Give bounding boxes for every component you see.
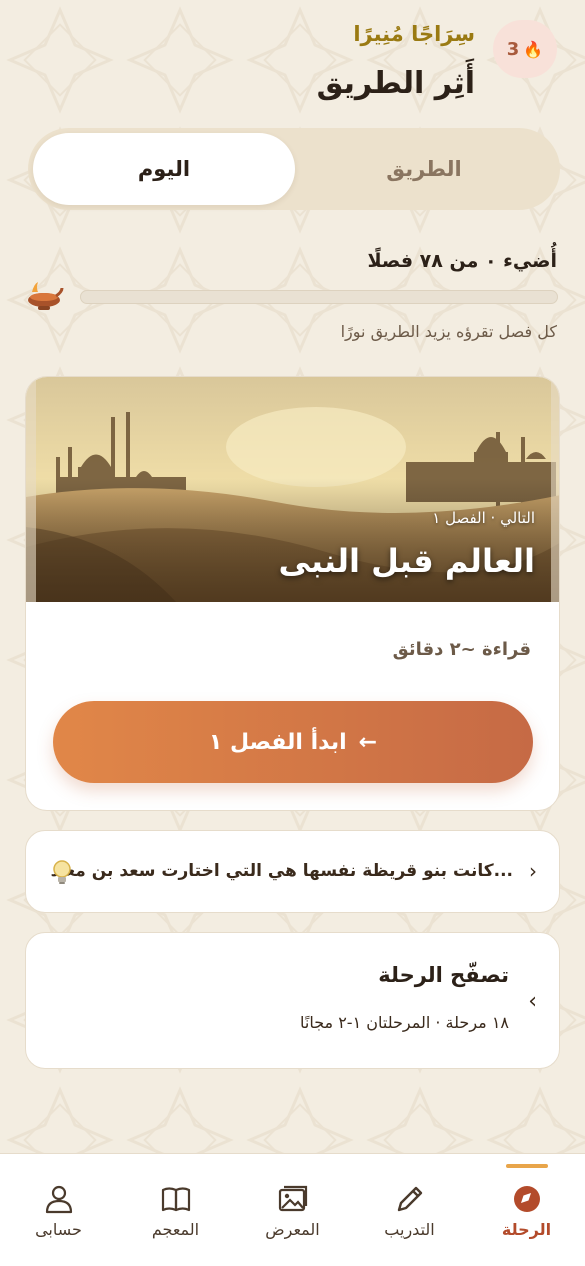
page-title: أَثِر الطريق	[316, 66, 475, 101]
flame-icon: 🔥	[523, 39, 544, 59]
header: سِرَاجًا مُنِيرًا أَثِر الطريق 3 🔥	[0, 18, 585, 108]
chapter-meta: التالي · الفصل ١	[432, 509, 535, 527]
app-screen: سِرَاجًا مُنِيرًا أَثِر الطريق 3 🔥 اليوم…	[0, 0, 585, 1266]
progress-title: أُضيء ٠ من ٧٨ فصلًا	[367, 250, 557, 272]
view-toggle: اليوم الطريق	[28, 128, 560, 210]
pencil-icon	[397, 1186, 423, 1212]
nav-label-gallery: المعرض	[265, 1220, 320, 1239]
streak-count: 3	[506, 38, 520, 60]
arrow-left-icon: ←	[358, 729, 378, 755]
brand-logo-text: سِرَاجًا مُنِيرًا	[353, 22, 475, 46]
compass-icon	[514, 1186, 540, 1212]
nav-label-account: حسابى	[35, 1220, 82, 1239]
browse-journey-card[interactable]: تصفّح الرحلة ١٨ مرحلة · المرحلتان ١-٢ مج…	[25, 932, 560, 1069]
nav-item-account[interactable]: حسابى	[0, 1154, 117, 1266]
progress-bar	[80, 290, 558, 304]
tab-path[interactable]: الطريق	[293, 133, 555, 205]
tab-today[interactable]: اليوم	[33, 133, 295, 205]
book-icon	[161, 1187, 191, 1212]
nav-label-practice: التدريب	[384, 1220, 435, 1239]
nav-item-gallery[interactable]: المعرض	[234, 1154, 351, 1266]
chevron-right-icon: ›	[529, 859, 537, 883]
streak-badge[interactable]: 3 🔥	[493, 20, 557, 78]
browse-title: تصفّح الرحلة	[378, 963, 509, 987]
chapter-title: العالم قبل النبى	[278, 542, 535, 580]
active-indicator	[506, 1164, 548, 1168]
nav-label-journey: الرحلة	[501, 1220, 552, 1239]
gallery-icon	[278, 1185, 308, 1212]
nav-item-dictionary[interactable]: المعجم	[117, 1154, 234, 1266]
browse-subtitle: ١٨ مرحلة · المرحلتان ١-٢ مجانًا	[300, 1013, 509, 1032]
oil-lamp-icon	[28, 282, 64, 310]
fact-text: كانت بنو قريظة نفسها هي التي اختارت سعد …	[50, 861, 513, 881]
bottom-nav: الرحلة التدريب المعرض المعجم حسابى	[0, 1153, 585, 1266]
next-chapter-card[interactable]: التالي · الفصل ١ العالم قبل النبى قراءة …	[25, 376, 560, 811]
person-icon	[45, 1185, 73, 1214]
nav-item-practice[interactable]: التدريب	[351, 1154, 468, 1266]
daily-fact-card[interactable]: › كانت بنو قريظة نفسها هي التي اختارت سع…	[25, 830, 560, 913]
lightbulb-icon	[53, 860, 71, 884]
reading-time: قراءة ~٢ دقائق	[392, 639, 531, 660]
chapter-hero-image: التالي · الفصل ١ العالم قبل النبى	[26, 377, 559, 602]
nav-label-dictionary: المعجم	[151, 1220, 200, 1239]
chevron-left-icon: ‹	[528, 989, 537, 1014]
start-chapter-button[interactable]: ابدأ الفصل ١ ←	[53, 701, 533, 783]
progress-subtitle: كل فصل تقرؤه يزيد الطريق نورًا	[340, 322, 557, 341]
start-chapter-label: ابدأ الفصل ١	[208, 729, 347, 755]
nav-item-journey[interactable]: الرحلة	[468, 1154, 585, 1266]
